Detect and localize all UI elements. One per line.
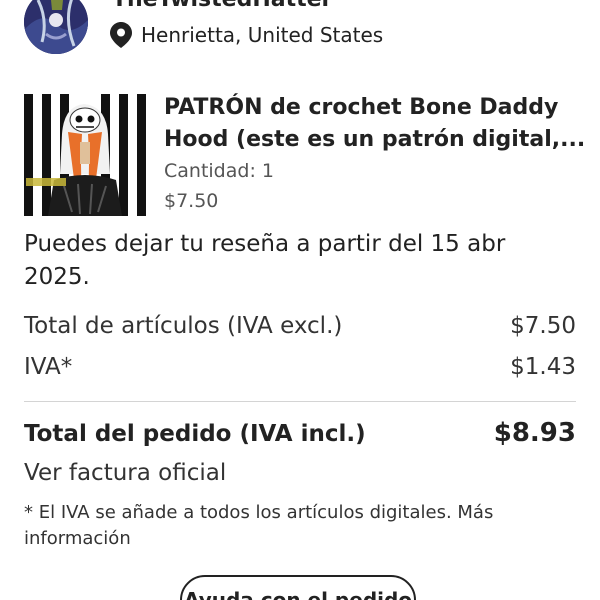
order-total-row: Total del pedido (IVA incl.) $8.93 <box>24 418 576 448</box>
product-title-line-2[interactable]: Hood (este es un patrón digital,... <box>164 124 585 156</box>
vat-note[interactable]: * El IVA se añade a todos los artículos … <box>24 500 579 552</box>
product-price: $7.50 <box>164 190 219 212</box>
product-title[interactable]: PATRÓN de crochet Bone Daddy Hood (este … <box>164 92 585 156</box>
summary-divider <box>24 401 576 402</box>
items-total-value: $7.50 <box>510 313 576 339</box>
shop-name[interactable]: TheTwistedHatter <box>112 0 332 12</box>
location-pin-icon <box>110 22 132 48</box>
tax-label: IVA* <box>24 354 73 380</box>
order-total-label: Total del pedido (IVA incl.) <box>24 421 366 447</box>
product-quantity: Cantidad: 1 <box>164 160 274 182</box>
tax-row: IVA* $1.43 <box>24 354 576 380</box>
items-total-label: Total de artículos (IVA excl.) <box>24 313 343 339</box>
location-text: Henrietta, United States <box>141 23 384 47</box>
review-notice: Puedes dejar tu reseña a partir del 15 a… <box>24 231 506 290</box>
official-invoice-link[interactable]: Ver factura oficial <box>24 460 226 486</box>
product-thumbnail[interactable] <box>24 94 146 216</box>
shop-location: Henrietta, United States <box>110 22 383 48</box>
order-help-button[interactable]: Ayuda con el pedido <box>180 575 416 600</box>
tax-value: $1.43 <box>510 354 576 380</box>
order-total-value: $8.93 <box>493 418 576 448</box>
product-title-line-1[interactable]: PATRÓN de crochet Bone Daddy <box>164 92 584 124</box>
shop-avatar[interactable] <box>24 0 88 54</box>
items-total-row: Total de artículos (IVA excl.) $7.50 <box>24 313 576 339</box>
